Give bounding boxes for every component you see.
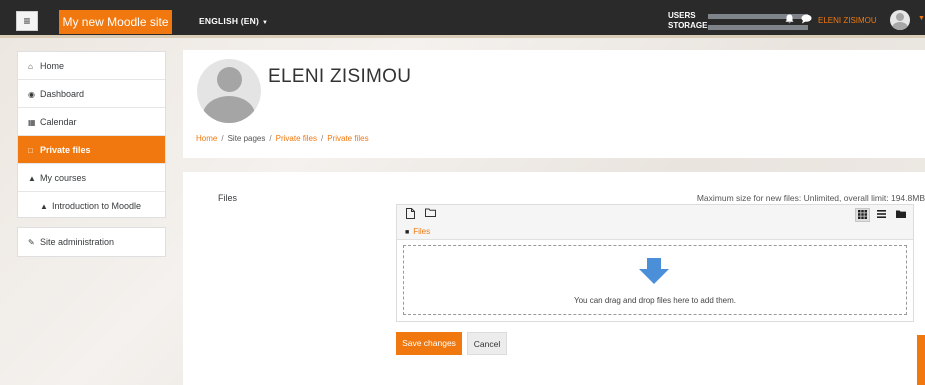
user-avatar[interactable] <box>890 10 910 30</box>
sidebar-item-label: Site administration <box>40 237 115 247</box>
usage-indicator: USERS STORAGE <box>668 11 808 31</box>
chevron-down-icon: ▼ <box>262 20 269 26</box>
tree-view-icon[interactable] <box>893 208 908 222</box>
sidebar-item-intro-course[interactable]: ▲ Introduction to Moodle <box>18 192 165 220</box>
language-menu[interactable]: ENGLISH (EN) ▼ <box>199 16 268 26</box>
profile-avatar <box>197 59 261 123</box>
graduation-cap-icon: ▲ <box>40 202 48 211</box>
file-picker-toolbar: ■ Files <box>397 205 913 240</box>
sidebar-item-label: Home <box>40 61 65 71</box>
files-label: Files <box>218 193 238 203</box>
breadcrumb-private-files-current[interactable]: Private files <box>327 134 368 143</box>
sidebar-item-label: Private files <box>40 145 91 155</box>
chat-icon[interactable] <box>801 14 812 27</box>
create-folder-icon[interactable] <box>423 208 438 222</box>
user-menu-name[interactable]: ELENI ZISIMOU <box>818 16 877 25</box>
breadcrumb-home[interactable]: Home <box>196 134 217 143</box>
usage-storage-label: STORAGE <box>668 21 708 30</box>
page-header: ELENI ZISIMOU Home / Site pages / Private fi… <box>183 50 925 158</box>
breadcrumb: Home / Site pages / Private files / Private fi… <box>196 134 369 143</box>
bell-icon[interactable] <box>785 14 794 27</box>
wrench-icon: ✎ <box>28 238 35 247</box>
site-brand-link[interactable]: My new Moodle site <box>59 10 172 34</box>
user-menu-chevron-icon[interactable]: ▼ <box>918 15 925 22</box>
home-icon: ⌂ <box>28 62 33 71</box>
folder-icon: ■ <box>405 229 410 236</box>
sidebar-item-calendar[interactable]: ▦ Calendar <box>18 108 165 136</box>
breadcrumb-separator: / <box>221 134 224 143</box>
sidebar-item-label: Dashboard <box>40 89 85 99</box>
breadcrumb-site-pages: Site pages <box>227 134 266 143</box>
max-size-info: Maximum size for new files: Unlimited, o… <box>696 193 925 203</box>
main-content: Files Maximum size for new files: Unlimi… <box>183 172 925 385</box>
breadcrumb-separator: / <box>320 134 324 143</box>
save-changes-button[interactable]: Save changes <box>396 332 462 355</box>
graduation-cap-icon: ▲ <box>28 174 36 183</box>
breadcrumb-separator: / <box>269 134 272 143</box>
list-view-icon[interactable] <box>874 208 889 222</box>
arrow-down-icon <box>639 258 669 284</box>
sidebar-item-private-files[interactable]: □ Private files <box>18 136 165 164</box>
page-title: ELENI ZISIMOU <box>268 66 412 87</box>
sidebar-nav: ⌂ Home ◉ Dashboard ▦ Calendar □ Private file… <box>17 51 166 218</box>
add-file-icon[interactable] <box>403 208 418 222</box>
cancel-button[interactable]: Cancel <box>467 332 507 355</box>
sidebar-item-label: My courses <box>40 173 87 183</box>
sidebar-admin: ✎ Site administration <box>17 227 166 257</box>
footer-toggle-tab[interactable] <box>917 335 925 385</box>
top-navbar: ≡ My new Moodle site ENGLISH (EN) ▼ USERS… <box>0 0 925 38</box>
file-icon: □ <box>28 146 33 155</box>
usage-users-label: USERS <box>668 11 696 20</box>
file-picker-path: ■ Files <box>405 227 430 236</box>
sidebar-item-dashboard[interactable]: ◉ Dashboard <box>18 80 165 108</box>
sidebar-item-my-courses[interactable]: ▲ My courses <box>18 164 165 192</box>
language-label: ENGLISH (EN) <box>199 16 260 26</box>
dashboard-icon: ◉ <box>28 90 35 99</box>
file-picker: ■ Files You can drag and drop files here … <box>396 204 914 322</box>
sidebar-item-home[interactable]: ⌂ Home <box>18 52 165 80</box>
file-drop-zone[interactable]: You can drag and drop files here to add … <box>403 245 907 315</box>
path-root-link[interactable]: Files <box>413 227 430 236</box>
sidebar-item-label: Introduction to Moodle <box>52 201 142 211</box>
avatar-body <box>203 96 255 123</box>
avatar-head <box>896 13 904 21</box>
drop-zone-text: You can drag and drop files here to add … <box>573 296 737 305</box>
avatar-head <box>217 67 242 92</box>
grid-view-icon[interactable] <box>855 208 870 222</box>
menu-toggle-button[interactable]: ≡ <box>16 11 38 31</box>
breadcrumb-private-files[interactable]: Private files <box>276 134 317 143</box>
avatar-body <box>892 22 908 30</box>
sidebar-item-label: Calendar <box>40 117 77 127</box>
sidebar-item-site-admin[interactable]: ✎ Site administration <box>18 228 165 256</box>
calendar-icon: ▦ <box>28 118 36 127</box>
